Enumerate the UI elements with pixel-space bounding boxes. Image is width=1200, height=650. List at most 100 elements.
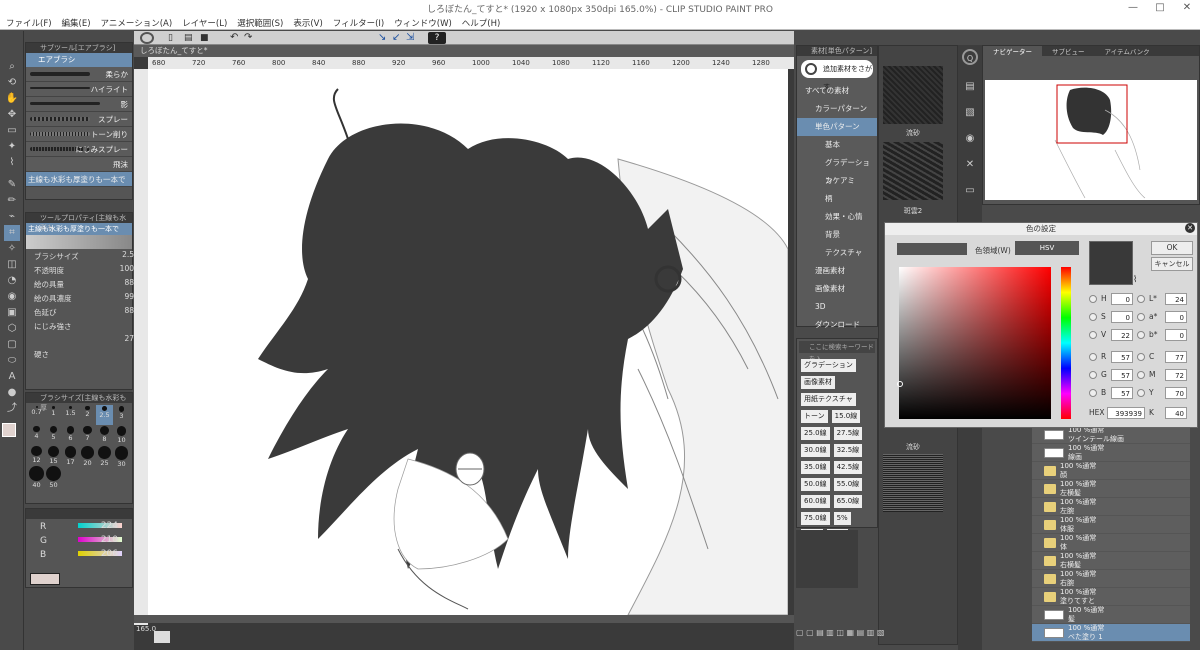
brush-size-option[interactable]: 0.7 xyxy=(28,405,45,425)
material-tree-item[interactable]: カケアミ xyxy=(797,172,877,190)
navigator-preview[interactable] xyxy=(985,80,1197,200)
prop-paint-density[interactable]: 絵の具濃度 99 xyxy=(26,291,134,305)
field-k[interactable]: 40 xyxy=(1165,407,1187,419)
material-tag[interactable]: 60.0線 xyxy=(801,495,830,508)
cancel-button[interactable]: キャンセル xyxy=(1151,257,1193,271)
material-tree-item[interactable]: 柄 xyxy=(797,190,877,208)
field-g[interactable]: 57 xyxy=(1111,369,1133,381)
material-tag[interactable]: 5% xyxy=(833,512,851,525)
radio-v[interactable] xyxy=(1089,331,1097,339)
search-icon[interactable]: Q xyxy=(962,49,978,65)
eyedropper-icon[interactable]: ⌇ xyxy=(1133,275,1137,285)
brush-tool-icon[interactable]: ⌁ xyxy=(4,209,20,225)
material-tree-item[interactable]: ダウンロード xyxy=(797,316,877,334)
material-thumb[interactable] xyxy=(883,454,943,512)
brush-size-option[interactable]: 17 xyxy=(62,445,79,466)
radio-y[interactable] xyxy=(1137,389,1145,397)
field-b[interactable]: 0 xyxy=(1165,329,1187,341)
material-tag[interactable]: 画像素材 xyxy=(801,376,835,389)
material-tree-item[interactable]: 効果・心情 xyxy=(797,208,877,226)
radio-a[interactable] xyxy=(1137,313,1145,321)
select-tool-icon[interactable]: ▭ xyxy=(4,123,20,139)
airbrush-tool-icon[interactable]: ⌗ xyxy=(4,225,20,241)
menu-help[interactable]: ヘルプ(H) xyxy=(462,17,501,29)
field-y[interactable]: 70 xyxy=(1165,387,1187,399)
save-icon[interactable]: ■ xyxy=(200,33,209,43)
pen-tool-icon[interactable]: ✎ xyxy=(4,177,20,193)
prop-brush-size[interactable]: ブラシサイズ 2.5 xyxy=(26,249,134,263)
brush-size-option[interactable]: 7 xyxy=(79,425,96,445)
subtool-tab-airbrush[interactable]: エアブラシ xyxy=(26,53,132,67)
brush-size-option[interactable]: 25 xyxy=(96,445,113,467)
dialog-close-icon[interactable]: ✕ xyxy=(1185,223,1195,233)
hand-tool-icon[interactable]: ✋ xyxy=(4,91,20,107)
brush-item[interactable]: 飛沫 xyxy=(26,157,132,172)
brush-item[interactable]: ハイライト xyxy=(26,82,132,97)
search-material-button[interactable]: 追加素材をさがす xyxy=(801,60,873,91)
brush-size-option[interactable]: 4 xyxy=(28,425,45,445)
brush-size-option[interactable]: 15 xyxy=(45,445,62,465)
prop-blur-value[interactable]: 27 xyxy=(26,333,134,347)
material-search-input[interactable]: ここに検索キーワードを入 xyxy=(799,341,875,363)
pencil-tool-icon[interactable]: ✏ xyxy=(4,193,20,209)
layer-row[interactable]: 100 %通常体 xyxy=(1032,534,1190,552)
eyedropper-tool-icon[interactable]: ⌇ xyxy=(4,155,20,171)
redo-icon[interactable]: ↷ xyxy=(244,32,252,43)
material-tree-item[interactable]: 基本 xyxy=(797,136,877,154)
brush-item[interactable]: スプレー xyxy=(26,112,132,127)
brush-size-option[interactable]: 3 xyxy=(113,405,130,425)
radio-l[interactable] xyxy=(1137,295,1145,303)
new-icon[interactable]: ▯ xyxy=(168,33,173,43)
snap-grid-icon[interactable]: ↙ xyxy=(392,32,400,43)
brush-size-option[interactable]: 30 xyxy=(113,445,130,468)
slider-r[interactable]: R 224 xyxy=(26,519,132,533)
material-tag[interactable]: 65.0線 xyxy=(833,495,863,508)
field-r[interactable]: 57 xyxy=(1111,351,1133,363)
color-preview-swatch[interactable] xyxy=(30,573,60,585)
layer-row[interactable]: 100 %通常 右腕 xyxy=(1032,570,1190,588)
material-tag[interactable]: 27.5線 xyxy=(833,427,863,440)
gradient-tool-icon[interactable]: ▣ xyxy=(4,305,20,321)
rotate-tool-icon[interactable]: ⟲ xyxy=(4,75,20,91)
material-tag[interactable]: トーン xyxy=(801,410,828,423)
field-c[interactable]: 77 xyxy=(1165,351,1187,363)
material-tag[interactable]: 35.0線 xyxy=(801,461,830,474)
material-thumb[interactable] xyxy=(883,142,943,200)
prop-color-stretch[interactable]: 色延び 88 xyxy=(26,305,134,319)
horizontal-scrollbar[interactable] xyxy=(134,615,794,623)
layer-row[interactable]: 100 %通常 ベた塗り 1 xyxy=(1032,624,1190,642)
balloon-tool-icon[interactable]: ● xyxy=(4,385,20,401)
material-tag[interactable]: 30.0線 xyxy=(801,444,830,457)
brush-item[interactable]: 影 xyxy=(26,97,132,112)
menu-window[interactable]: ウィンドウ(W) xyxy=(394,17,452,29)
tab-navigator[interactable]: ナビゲーター xyxy=(983,46,1042,56)
figure-tool-icon[interactable]: ⬡ xyxy=(4,321,20,337)
clip-studio-icon[interactable] xyxy=(140,32,154,44)
frame-tool-icon[interactable]: ▢ xyxy=(4,337,20,353)
radio-s[interactable] xyxy=(1089,313,1097,321)
snap-special-icon[interactable]: ⇲ xyxy=(406,32,414,43)
ok-button[interactable]: OK xyxy=(1151,241,1193,255)
brush-item-selected[interactable]: 主線も水彩も厚塗りも一本で xyxy=(26,172,132,187)
layer-row[interactable]: 100 %通常 塗りてすと xyxy=(1032,588,1190,606)
artwork-canvas[interactable] xyxy=(148,69,788,615)
material-tree-item[interactable]: グラデーション xyxy=(797,154,877,185)
radio-m[interactable] xyxy=(1137,371,1145,379)
auto-action-icon[interactable]: ▭ xyxy=(962,183,978,199)
layer-row[interactable]: 100 %通常 右横髪 xyxy=(1032,552,1190,570)
layer-row[interactable]: 100 %通常 左腕 xyxy=(1032,498,1190,516)
blend-tool-icon[interactable]: ◔ xyxy=(4,273,20,289)
move-tool-icon[interactable]: ✥ xyxy=(4,107,20,123)
material-tree-item[interactable]: 漫画素材 xyxy=(797,262,877,280)
eraser-tool-icon[interactable]: ◫ xyxy=(4,257,20,273)
field-h[interactable]: 0 xyxy=(1111,293,1133,305)
brush-size-option[interactable]: 1 xyxy=(45,405,62,425)
material-tag[interactable]: 75.0線 xyxy=(801,512,830,525)
radio-b[interactable] xyxy=(1137,331,1145,339)
color-mode-select[interactable]: HSV xyxy=(1015,241,1079,255)
material-tree-item[interactable]: 単色パターン xyxy=(797,118,877,136)
zoom-tool-icon[interactable]: ⌕ xyxy=(4,59,20,75)
brush-size-option[interactable]: 6 xyxy=(62,425,79,445)
menu-filter[interactable]: フィルター(I) xyxy=(333,17,384,29)
material-tag[interactable]: 50.0線 xyxy=(801,478,830,491)
